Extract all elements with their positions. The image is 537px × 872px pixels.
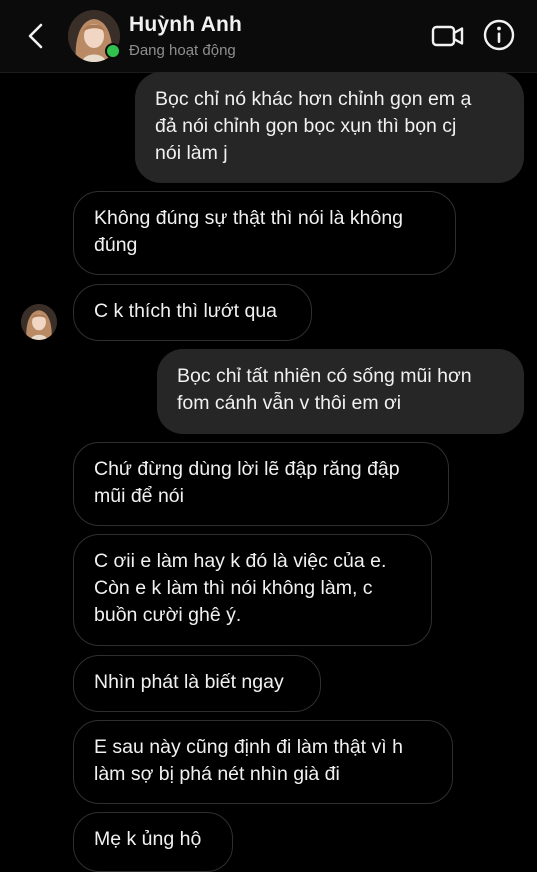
message-bubble-sent[interactable]: Bọc chỉ nó khác hơn chỉnh gọn em ạ đả nó… [135, 72, 524, 183]
message-bubble-received[interactable]: C k thích thì lướt qua [73, 284, 312, 341]
message-bubble-received[interactable]: Mẹ k ủng hộ [73, 812, 233, 872]
back-button[interactable] [22, 20, 52, 52]
message-bubble-received[interactable]: C ơii e làm hay k đó là việc của e. Còn … [73, 534, 432, 646]
message-bubble-sent[interactable]: Bọc chỉ tất nhiên có sống mũi hơn fom cá… [157, 349, 524, 434]
active-status: Đang hoạt động [129, 42, 236, 59]
contact-avatar-container[interactable] [68, 10, 121, 62]
video-camera-icon [431, 25, 464, 47]
video-call-button[interactable] [430, 20, 466, 52]
contact-name[interactable]: Huỳnh Anh [129, 13, 242, 37]
chevron-left-icon [28, 23, 43, 49]
message-bubble-received[interactable]: Chứ đừng dùng lời lẽ đập răng đập mũi để… [73, 442, 449, 526]
message-bubble-received[interactable]: Không đúng sự thật thì nói là không đúng [73, 191, 456, 275]
message-bubble-received[interactable]: E sau này cũng định đi làm thật vì h làm… [73, 720, 453, 804]
online-status-dot [105, 43, 121, 59]
info-button[interactable] [482, 18, 516, 52]
message-bubble-received[interactable]: Nhìn phát là biết ngay [73, 655, 321, 712]
info-icon [483, 19, 515, 51]
sender-avatar[interactable] [21, 304, 57, 340]
chat-header: Huỳnh Anh Đang hoạt động [0, 0, 537, 73]
